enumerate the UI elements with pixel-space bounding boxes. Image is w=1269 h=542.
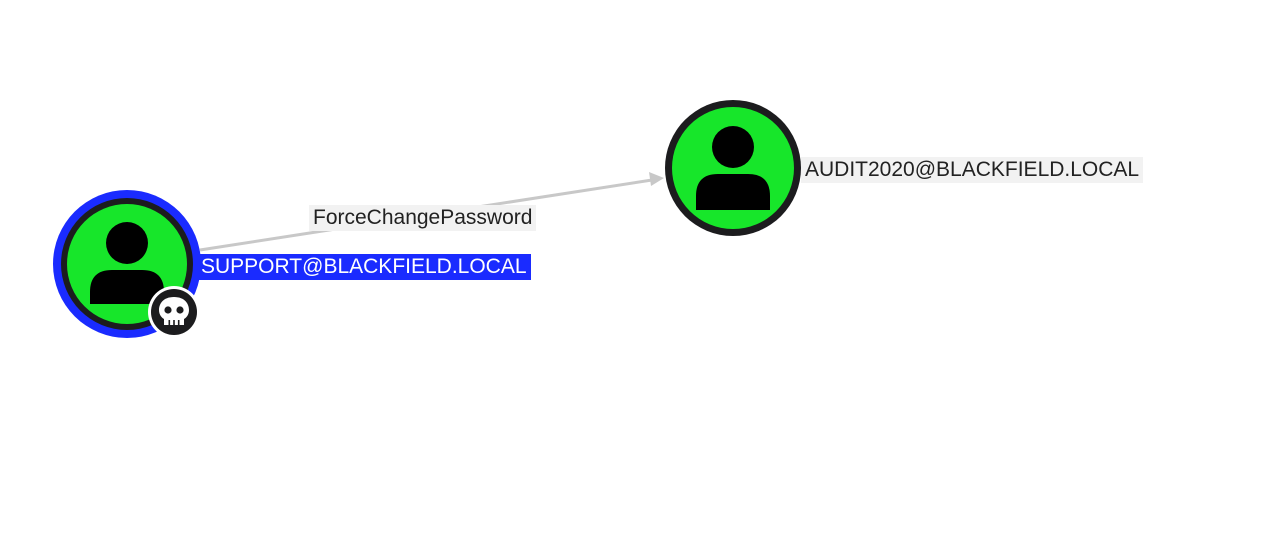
edge-arrowhead	[649, 172, 664, 186]
node-support[interactable]	[53, 190, 201, 338]
skull-icon	[148, 286, 200, 338]
node-audit2020[interactable]	[665, 100, 801, 236]
graph-svg	[53, 100, 801, 338]
graph-canvas[interactable]: ForceChangePassword SUPPORT@BLACKFIELD.L…	[0, 0, 1269, 542]
node-label-support[interactable]: SUPPORT@BLACKFIELD.LOCAL	[197, 254, 531, 280]
node-label-audit2020[interactable]: AUDIT2020@BLACKFIELD.LOCAL	[801, 157, 1144, 183]
edge-label[interactable]: ForceChangePassword	[309, 205, 537, 231]
